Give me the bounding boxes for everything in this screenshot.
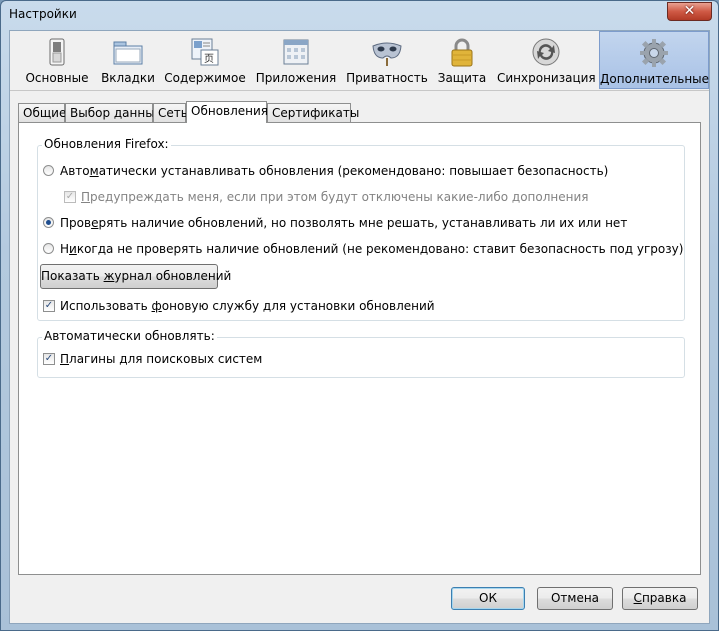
button-label-post: правка: [641, 591, 687, 605]
firefox-updates-group: Обновления Firefox: Автоматически устана…: [37, 137, 685, 321]
option-label-post: лагины для поисковых систем: [69, 352, 263, 366]
dialog-body: Основные Вкладки 页 Содержимое Приложения…: [9, 30, 710, 624]
pane-applications[interactable]: Приложения: [254, 31, 338, 89]
option-label-accesskey: ф: [151, 299, 162, 313]
close-icon: ✕: [683, 3, 696, 19]
option-label-pre: Использовать: [60, 299, 152, 313]
show-update-history-button[interactable]: Показать журнал обновлений: [40, 264, 231, 289]
tab-data-choices[interactable]: Выбор данных: [65, 103, 162, 122]
auto-install-radio[interactable]: [43, 165, 54, 176]
pane-general[interactable]: Основные: [22, 31, 92, 89]
pane-label: Содержимое: [164, 71, 246, 85]
tabs-icon: [113, 41, 143, 65]
preferences-toolbar: Основные Вкладки 页 Содержимое Приложения…: [10, 31, 709, 91]
pane-tabs[interactable]: Вкладки: [98, 31, 158, 89]
update-tab-panel: Обновления Firefox: Автоматически устана…: [18, 122, 701, 575]
applications-icon: [283, 39, 309, 65]
switch-icon: [49, 38, 65, 66]
button-label-post: урнал обновлений: [114, 269, 232, 283]
option-label-accesskey: и: [69, 242, 77, 256]
option-label-pre: Авто: [60, 164, 90, 178]
pane-label: Защита: [437, 71, 487, 85]
pane-label: Приложения: [255, 71, 337, 85]
cancel-button[interactable]: Отмена: [537, 587, 613, 610]
mask-icon: [372, 42, 402, 66]
pane-label: Вкладки: [101, 71, 155, 85]
option-label-pre: Н: [60, 242, 70, 256]
sync-icon: [532, 38, 560, 66]
pane-content[interactable]: 页 Содержимое: [164, 31, 246, 89]
window-title: Настройки: [9, 7, 77, 21]
option-label-post: оновую службу для установки обновлений: [161, 299, 435, 313]
option-label-accesskey: П: [81, 190, 91, 204]
option-label-accesskey: П: [60, 352, 70, 366]
pane-label: Основные: [25, 71, 89, 85]
group-legend: Обновления Firefox:: [42, 137, 171, 151]
content-icon: 页: [191, 38, 219, 66]
pane-label: Дополнительные: [600, 72, 710, 86]
option-label-post: рять наличие обновлений, но позволять мн…: [98, 216, 628, 230]
title-bar[interactable]: Настройки ✕: [1, 1, 718, 29]
auto-update-group: Автоматически обновлять: ✓ Плагины для п…: [37, 329, 685, 378]
tab-certificates[interactable]: Сертификаты: [267, 103, 359, 122]
pane-label: Синхронизация: [497, 71, 596, 85]
help-button[interactable]: Справка: [622, 587, 698, 610]
svg-text:页: 页: [204, 53, 214, 65]
pane-label: Приватность: [346, 71, 428, 85]
tab-network[interactable]: Сеть: [153, 103, 188, 122]
tab-update[interactable]: Обновления: [186, 101, 268, 123]
search-plugins-checkbox[interactable]: ✓: [43, 353, 55, 365]
lock-icon: [451, 38, 473, 67]
option-label-post: атически устанавливать обновления (реком…: [98, 164, 609, 178]
group-legend: Автоматически обновлять:: [42, 329, 217, 343]
button-label-accesskey: ж: [103, 269, 115, 283]
never-check-radio[interactable]: [43, 243, 54, 254]
pane-sync[interactable]: Синхронизация: [497, 31, 596, 89]
check-ask-radio[interactable]: [43, 217, 54, 228]
option-label-accesskey: м: [89, 164, 99, 178]
pane-advanced[interactable]: Дополнительные: [599, 31, 709, 89]
pane-security[interactable]: Защита: [434, 31, 490, 89]
button-label-pre: Показать: [41, 269, 104, 283]
close-button[interactable]: ✕: [667, 2, 712, 21]
background-service-checkbox[interactable]: ✓: [43, 300, 55, 312]
pane-privacy[interactable]: Приватность: [346, 31, 428, 89]
ok-button[interactable]: ОК: [451, 587, 525, 610]
warn-addons-checkbox: ✓: [64, 191, 76, 203]
preferences-window: Настройки ✕ Основные Вкладки 页 Содержимо…: [0, 0, 719, 631]
button-label-accesskey: С: [633, 591, 642, 605]
option-label-post: редупреждать меня, если при этом будут о…: [90, 190, 589, 204]
gear-icon: [640, 39, 668, 67]
tab-general[interactable]: Общие: [18, 103, 66, 122]
option-label-post: когда не проверять наличие обновлений (н…: [76, 242, 684, 256]
option-label-pre: Пров: [60, 216, 92, 230]
